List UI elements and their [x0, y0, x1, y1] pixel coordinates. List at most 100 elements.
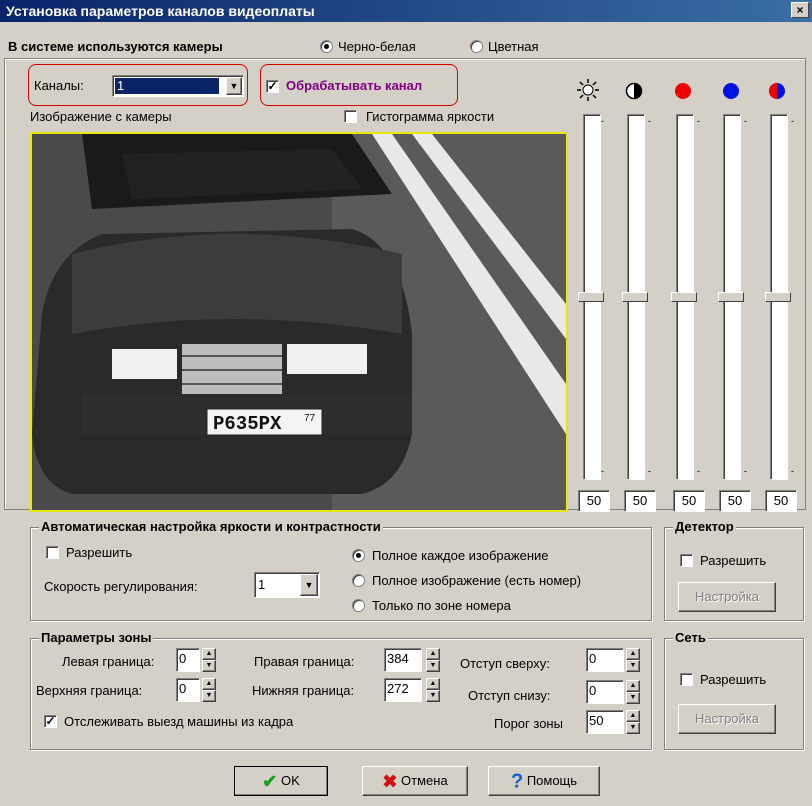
camera-image-label: Изображение с камеры [30, 109, 172, 124]
cross-icon: ✖ [382, 771, 398, 792]
auto-enable-checkbox[interactable] [46, 546, 59, 559]
tick: - [744, 116, 747, 126]
spin-up-icon[interactable]: ▲ [426, 678, 440, 690]
radio-color-label: Цветная [488, 39, 539, 54]
offset-top-input[interactable]: 0 [586, 648, 624, 672]
close-icon[interactable]: × [791, 2, 809, 18]
help-button[interactable]: ? Помощь [488, 766, 600, 796]
right-border-spinner[interactable]: 384 ▲ ▼ [384, 648, 446, 674]
spin-down-icon[interactable]: ▼ [202, 690, 216, 702]
balance-slider-thumb[interactable] [765, 292, 791, 302]
channels-label: Каналы: [34, 78, 84, 93]
help-icon: ? [510, 770, 524, 793]
network-enable-label: Разрешить [700, 672, 767, 687]
cancel-button[interactable]: ✖ Отмена [362, 766, 468, 796]
channels-select[interactable]: 1 ▼ [112, 75, 244, 97]
offset-bottom-label: Отступ снизу: [468, 688, 551, 703]
bottom-border-label: Нижняя граница: [252, 683, 355, 698]
radio-color[interactable] [470, 40, 483, 53]
bottom-border-input[interactable]: 272 [384, 678, 422, 702]
spin-up-icon[interactable]: ▲ [426, 648, 440, 660]
title-bar: Установка параметров каналов видеоплаты … [0, 0, 812, 22]
help-label: Помощь [526, 773, 578, 788]
track-exit-checkbox[interactable]: ✓ [44, 715, 57, 728]
red-value: 50 [673, 490, 705, 512]
tick: - [791, 116, 794, 126]
offset-bottom-input[interactable]: 0 [586, 680, 624, 704]
spin-up-icon[interactable]: ▲ [202, 678, 216, 690]
spin-up-icon[interactable]: ▲ [626, 648, 640, 660]
spin-down-icon[interactable]: ▼ [626, 692, 640, 704]
channels-value: 1 [115, 78, 219, 94]
top-border-spinner[interactable]: 0 ▲ ▼ [176, 678, 216, 704]
left-border-spinner[interactable]: 0 ▲ ▼ [176, 648, 216, 674]
radio-number-zone-label: Только по зоне номера [372, 598, 511, 613]
tick: - [601, 116, 604, 126]
detector-settings-button[interactable]: Настройка [678, 582, 776, 612]
zone-title: Параметры зоны [39, 630, 154, 645]
contrast-slider-thumb[interactable] [622, 292, 648, 302]
histogram-label: Гистограмма яркости [366, 109, 495, 124]
red-slider-thumb[interactable] [671, 292, 697, 302]
radio-full-with-number[interactable] [352, 574, 365, 587]
spin-down-icon[interactable]: ▼ [626, 660, 640, 672]
spin-down-icon[interactable]: ▼ [626, 722, 640, 734]
detector-enable-label: Разрешить [700, 553, 767, 568]
brightness-value: 50 [578, 490, 610, 512]
radio-full-each-label: Полное каждое изображение [372, 548, 549, 563]
threshold-label: Порог зоны [494, 716, 563, 731]
chevron-down-icon[interactable]: ▼ [226, 77, 242, 95]
offset-top-spinner[interactable]: 0 ▲ ▼ [586, 648, 642, 674]
speed-select[interactable]: 1 ▼ [254, 572, 320, 598]
brightness-slider-thumb[interactable] [578, 292, 604, 302]
red-channel-icon [674, 82, 692, 100]
right-border-input[interactable]: 384 [384, 648, 422, 672]
network-settings-button[interactable]: Настройка [678, 704, 776, 734]
radio-bw[interactable] [320, 40, 333, 53]
threshold-spinner[interactable]: 50 ▲ ▼ [586, 710, 642, 736]
offset-bottom-spinner[interactable]: 0 ▲ ▼ [586, 680, 642, 706]
cancel-label: Отмена [401, 773, 448, 788]
bottom-border-spinner[interactable]: 272 ▲ ▼ [384, 678, 446, 704]
checkmark-icon: ✔ [262, 771, 278, 792]
top-border-input[interactable]: 0 [176, 678, 200, 702]
plate-text: P635PX [213, 413, 282, 435]
tick: - [601, 466, 604, 476]
spin-up-icon[interactable]: ▲ [202, 648, 216, 660]
detector-enable-checkbox[interactable] [680, 554, 693, 567]
balance-value: 50 [765, 490, 797, 512]
threshold-input[interactable]: 50 [586, 710, 624, 734]
blue-slider-thumb[interactable] [718, 292, 744, 302]
spin-down-icon[interactable]: ▼ [426, 690, 440, 702]
detector-title: Детектор [673, 519, 736, 534]
tick: - [697, 466, 700, 476]
histogram-checkbox[interactable] [344, 110, 357, 123]
speed-label: Скорость регулирования: [44, 579, 198, 594]
right-border-label: Правая граница: [254, 654, 355, 669]
system-cameras-label: В системе используются камеры [8, 39, 223, 54]
contrast-icon [625, 82, 643, 100]
spin-down-icon[interactable]: ▼ [202, 660, 216, 672]
process-channel-label: Обрабатывать канал [286, 78, 423, 93]
speed-value: 1 [258, 577, 266, 592]
spin-down-icon[interactable]: ▼ [426, 660, 440, 672]
process-channel-checkbox[interactable]: ✓ [266, 80, 279, 93]
offset-top-label: Отступ сверху: [460, 656, 550, 671]
network-enable-checkbox[interactable] [680, 673, 693, 686]
top-border-label: Верхняя граница: [36, 683, 143, 698]
spin-up-icon[interactable]: ▲ [626, 710, 640, 722]
tick: - [697, 116, 700, 126]
radio-full-each[interactable] [352, 549, 365, 562]
left-border-input[interactable]: 0 [176, 648, 200, 672]
window-title: Установка параметров каналов видеоплаты [6, 3, 315, 19]
tick: - [791, 466, 794, 476]
spin-up-icon[interactable]: ▲ [626, 680, 640, 692]
auto-enable-label: Разрешить [66, 545, 133, 560]
network-title: Сеть [673, 630, 708, 645]
radio-number-zone[interactable] [352, 599, 365, 612]
ok-button[interactable]: ✔ OK [234, 766, 328, 796]
auto-brightness-title: Автоматическая настройка яркости и контр… [39, 519, 383, 534]
chevron-down-icon[interactable]: ▼ [300, 574, 318, 596]
camera-image: P635PX 77 [30, 132, 568, 512]
left-border-label: Левая граница: [62, 654, 155, 669]
